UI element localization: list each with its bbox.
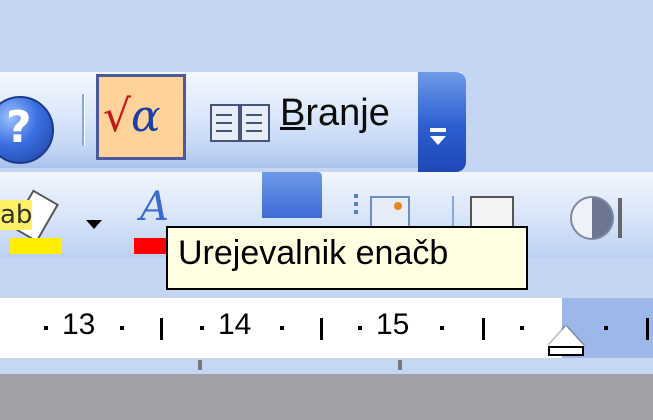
ruler-tick <box>320 318 323 340</box>
arrow-icon <box>618 198 622 238</box>
ruler-dot <box>44 326 48 330</box>
ruler-dot <box>440 326 444 330</box>
toolbar-separator <box>82 94 85 146</box>
equation-editor-icon: √α <box>103 91 161 142</box>
ruler-number: 14 <box>218 308 252 341</box>
ruler-tick <box>482 318 485 340</box>
right-indent-marker[interactable] <box>548 326 584 346</box>
font-color-swatch <box>134 238 166 254</box>
font-color-icon: A <box>140 184 169 230</box>
titlebar-background <box>0 0 653 72</box>
toolbar-options-button[interactable] <box>418 72 466 172</box>
tooltip: Urejevalnik enačb <box>166 226 528 290</box>
ruler-number: 15 <box>376 308 410 341</box>
ruler-dot <box>120 326 124 330</box>
toolbar-options-bar <box>430 128 446 132</box>
ruler-number: 13 <box>62 308 96 341</box>
toolbar-grip-handle[interactable] <box>354 194 358 218</box>
book-icon[interactable] <box>210 104 270 142</box>
insert-picture-button[interactable] <box>370 196 410 228</box>
reading-layout-button[interactable]: Branje <box>280 92 390 135</box>
highlight-glyph: ab <box>0 200 33 230</box>
ruler-tab-stop <box>198 360 202 370</box>
toolbar-end-cap <box>262 172 322 218</box>
highlight-color-swatch <box>10 238 62 254</box>
equation-editor-button[interactable]: √α <box>96 74 186 160</box>
ruler-dot <box>200 326 204 330</box>
ruler-tick <box>646 318 649 340</box>
ruler-dot <box>604 326 608 330</box>
right-indent-marker-base[interactable] <box>548 346 584 356</box>
picture-icon <box>394 202 402 210</box>
ruler-tick <box>160 318 163 340</box>
chevron-down-icon <box>430 136 446 145</box>
ruler-dot <box>358 326 362 330</box>
help-icon: ? <box>6 102 32 153</box>
contrast-button[interactable] <box>570 196 614 240</box>
document-area[interactable] <box>0 374 653 420</box>
ruler-dot <box>280 326 284 330</box>
chevron-down-icon[interactable] <box>86 220 102 229</box>
ruler-tab-stop <box>398 360 402 370</box>
ruler-dot <box>520 326 524 330</box>
